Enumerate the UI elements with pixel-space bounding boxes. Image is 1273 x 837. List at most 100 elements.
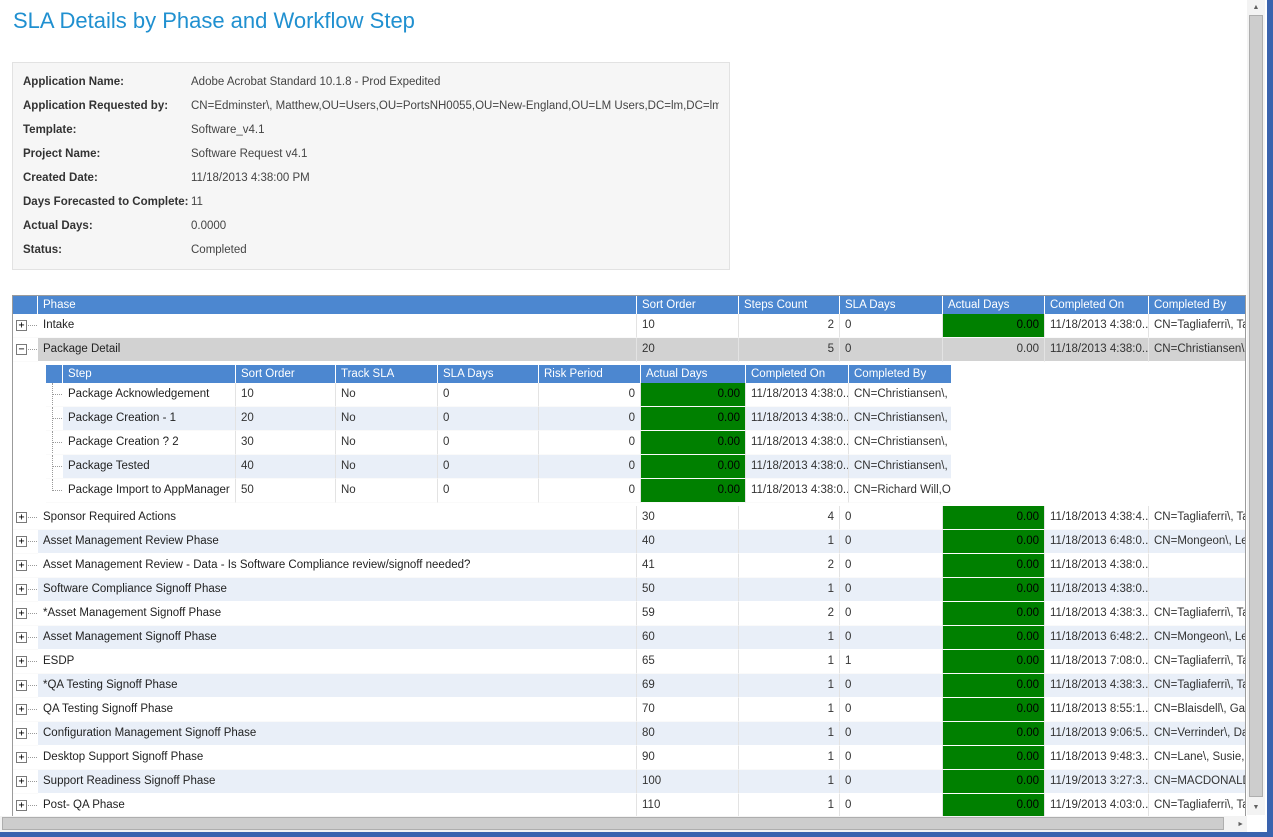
- actual-days-cell: 0.00: [943, 602, 1045, 626]
- step-name-cell: Package Creation ? 2: [63, 431, 236, 455]
- phase-row[interactable]: −Package Detail20500.0011/18/2013 4:38:0…: [13, 338, 1245, 362]
- steps-count-cell: 1: [739, 650, 840, 674]
- expander-cell: +: [13, 674, 38, 698]
- tree-cell: [46, 431, 63, 455]
- completed-on-cell: 11/18/2013 4:38:4...: [1045, 506, 1149, 530]
- sort-order-cell: 40: [637, 530, 739, 554]
- steps-count-cell: 1: [739, 794, 840, 818]
- phase-row[interactable]: +Post- QA Phase110100.0011/19/2013 4:03:…: [13, 794, 1245, 818]
- expander-cell: +: [13, 626, 38, 650]
- step-track-sla-cell: No: [336, 455, 438, 479]
- phase-row[interactable]: +Software Compliance Signoff Phase50100.…: [13, 578, 1245, 602]
- completed-on-cell: 11/18/2013 9:48:3...: [1045, 746, 1149, 770]
- scroll-right-icon[interactable]: ►: [1237, 816, 1244, 832]
- step-name-cell: Package Import to AppManager: [63, 479, 236, 503]
- expand-icon[interactable]: +: [16, 704, 27, 715]
- expand-icon[interactable]: +: [16, 536, 27, 547]
- phase-row[interactable]: +Asset Management Review Phase40100.0011…: [13, 530, 1245, 554]
- actual-days-cell: 0.00: [943, 794, 1045, 818]
- phase-row[interactable]: +Sponsor Required Actions30400.0011/18/2…: [13, 506, 1245, 530]
- sort-order-cell: 80: [637, 722, 739, 746]
- phase-row[interactable]: +*QA Testing Signoff Phase69100.0011/18/…: [13, 674, 1245, 698]
- phase-row[interactable]: +Asset Management Review - Data - Is Sof…: [13, 554, 1245, 578]
- expand-icon[interactable]: +: [16, 776, 27, 787]
- step-risk-period-cell: 0: [539, 455, 641, 479]
- steps-count-cell: 1: [739, 626, 840, 650]
- steps-count-cell: 1: [739, 578, 840, 602]
- sort-order-cell: 10: [637, 314, 739, 338]
- sla-days-cell: 0: [840, 722, 943, 746]
- phase-row[interactable]: +*Asset Management Signoff Phase59200.00…: [13, 602, 1245, 626]
- completed-by-cell: CN=Mongeon\, Le...: [1149, 626, 1245, 650]
- expand-icon[interactable]: +: [16, 320, 27, 331]
- steps-count-cell: 5: [739, 338, 840, 362]
- step-row[interactable]: Package Creation ? 230No000.0011/18/2013…: [46, 431, 951, 455]
- expand-icon[interactable]: +: [16, 800, 27, 811]
- vertical-scrollbar-thumb[interactable]: [1249, 15, 1263, 797]
- expand-icon[interactable]: +: [16, 656, 27, 667]
- sla-days-cell: 0: [840, 674, 943, 698]
- completed-by-cell: CN=Verrinder\, Da...: [1149, 722, 1245, 746]
- completed-by-cell: CN=Tagliaferri\, Ta...: [1149, 674, 1245, 698]
- phase-row[interactable]: +Intake10200.0011/18/2013 4:38:0...CN=Ta…: [13, 314, 1245, 338]
- application-info-panel: Application Name:Adobe Acrobat Standard …: [12, 62, 730, 270]
- scroll-up-icon[interactable]: ▲: [1247, 0, 1265, 15]
- completed-by-cell: CN=Blaisdell\, Gar...: [1149, 698, 1245, 722]
- phase-name-cell: Support Readiness Signoff Phase: [38, 770, 637, 794]
- sort-order-cell: 100: [637, 770, 739, 794]
- phase-row[interactable]: +Support Readiness Signoff Phase100100.0…: [13, 770, 1245, 794]
- step-row[interactable]: Package Creation - 120No000.0011/18/2013…: [46, 407, 951, 431]
- step-row[interactable]: Package Import to AppManager50No000.0011…: [46, 479, 951, 503]
- horizontal-scrollbar[interactable]: ►: [0, 816, 1247, 832]
- phase-row[interactable]: +Desktop Support Signoff Phase90100.0011…: [13, 746, 1245, 770]
- expand-icon[interactable]: +: [16, 608, 27, 619]
- sort-order-cell: 70: [637, 698, 739, 722]
- expand-icon[interactable]: +: [16, 728, 27, 739]
- expand-icon[interactable]: +: [16, 680, 27, 691]
- expand-icon[interactable]: +: [16, 752, 27, 763]
- phase-row[interactable]: +Asset Management Signoff Phase60100.001…: [13, 626, 1245, 650]
- window-border-right: [1267, 0, 1273, 837]
- phase-row[interactable]: + Configuration Management Signoff Phase8…: [13, 722, 1245, 746]
- step-row[interactable]: Package Tested40No000.0011/18/2013 4:38:…: [46, 455, 951, 479]
- sla-days-cell: 0: [840, 554, 943, 578]
- steps-count-cell: 1: [739, 770, 840, 794]
- step-actual-days-cell: 0.00: [641, 455, 746, 479]
- tree-dots: [28, 781, 37, 782]
- step-sla-days-cell: 0: [438, 431, 539, 455]
- step-completed-by-cell: CN=Christiansen\, ...: [849, 383, 951, 407]
- phase-name-cell: Configuration Management Signoff Phase: [38, 722, 637, 746]
- info-field-value: Software_v4.1: [191, 124, 265, 136]
- step-completed-on-cell: 11/18/2013 4:38:0...: [746, 431, 849, 455]
- phase-row[interactable]: +QA Testing Signoff Phase70100.0011/18/2…: [13, 698, 1245, 722]
- steps-header-row: StepSort OrderTrack SLASLA DaysRisk Peri…: [46, 365, 951, 383]
- expand-icon[interactable]: +: [16, 512, 27, 523]
- scroll-down-icon[interactable]: ▼: [1247, 800, 1265, 815]
- vertical-scrollbar[interactable]: ▲ ▼: [1247, 0, 1265, 815]
- tree-cell: [46, 383, 63, 407]
- info-row: Created Date:11/18/2013 4:38:00 PM: [13, 166, 729, 190]
- phase-name-cell: *Asset Management Signoff Phase: [38, 602, 637, 626]
- steps-count-cell: 2: [739, 602, 840, 626]
- phase-row[interactable]: +ESDP65110.0011/18/2013 7:08:0...CN=Tagl…: [13, 650, 1245, 674]
- step-column-header-step: Step: [63, 365, 236, 383]
- expand-icon[interactable]: +: [16, 560, 27, 571]
- horizontal-scrollbar-thumb[interactable]: [2, 817, 1224, 830]
- step-completed-by-cell: CN=Christiansen\, ...: [849, 407, 951, 431]
- expand-icon[interactable]: +: [16, 584, 27, 595]
- sort-order-cell: 20: [637, 338, 739, 362]
- actual-days-cell: 0.00: [943, 506, 1045, 530]
- completed-on-cell: 11/19/2013 4:03:0...: [1045, 794, 1149, 818]
- step-row[interactable]: Package Acknowledgement10No000.0011/18/2…: [46, 383, 951, 407]
- actual-days-cell: 0.00: [943, 650, 1045, 674]
- sla-table: PhaseSort OrderSteps CountSLA DaysActual…: [12, 295, 1246, 819]
- step-risk-period-cell: 0: [539, 479, 641, 503]
- completed-on-cell: 11/18/2013 4:38:3...: [1045, 674, 1149, 698]
- step-name-cell: Package Acknowledgement: [63, 383, 236, 407]
- tree-dots: [28, 805, 37, 806]
- collapse-icon[interactable]: −: [16, 344, 27, 355]
- expand-icon[interactable]: +: [16, 632, 27, 643]
- sort-order-cell: 60: [637, 626, 739, 650]
- step-actual-days-cell: 0.00: [641, 407, 746, 431]
- phase-name-cell: Package Detail: [38, 338, 637, 362]
